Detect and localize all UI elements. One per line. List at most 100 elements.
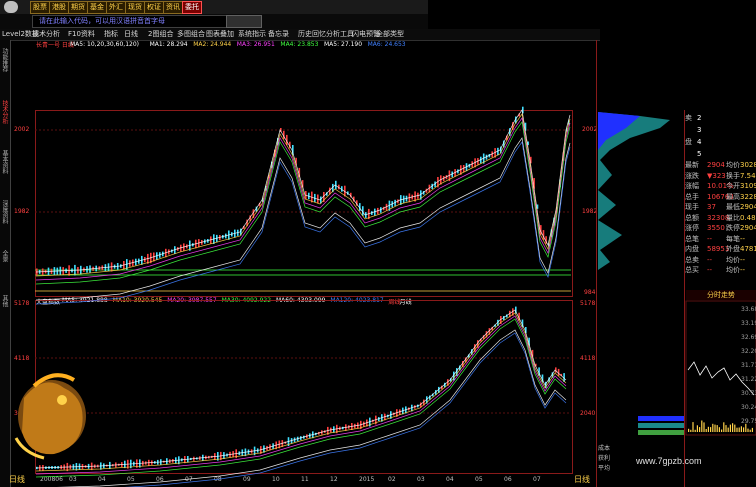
cost-label: 平均 xyxy=(598,465,611,472)
mini-price-label: 33.19 xyxy=(741,320,756,327)
quote-key: 最低 xyxy=(726,203,740,211)
order-level: 3 xyxy=(697,126,702,134)
quote-row: 总手 106763 最高 3228 xyxy=(685,192,756,202)
mini-price-label: 32.20 xyxy=(741,348,756,355)
dragon-mascot-icon xyxy=(14,373,86,460)
quote-value: -- xyxy=(707,234,713,243)
quote-key: 总卖 xyxy=(685,255,699,264)
divider xyxy=(596,40,597,487)
quote-row: 总笔 -- 每笔 -- xyxy=(685,234,756,244)
quote-value: 2904 xyxy=(740,224,756,232)
cost-label: 成本 xyxy=(598,445,611,452)
quote-key: 总笔 xyxy=(685,234,699,243)
quote-key: 内盘 xyxy=(685,245,699,253)
mini-price-label: 30.24 xyxy=(741,404,756,411)
legend-bar xyxy=(638,416,684,421)
quote-key: 涨停 xyxy=(685,224,699,232)
quote-row: 总额 32308 量比 0.48 xyxy=(685,213,756,223)
ma-line xyxy=(35,121,571,285)
order-row: 3 xyxy=(685,125,756,135)
quote-key: 最新 xyxy=(685,161,699,169)
volume-bar xyxy=(751,427,753,432)
quote-row: 涨幅 10.01% 今开 3109 xyxy=(685,181,756,191)
volume-bar xyxy=(743,427,745,432)
quote-key: 最高 xyxy=(726,192,740,201)
quote-value: -- xyxy=(740,234,746,243)
order-level: 4 xyxy=(697,138,702,146)
watermark: www.7gpzb.com xyxy=(636,456,702,466)
quote-value: 2904 xyxy=(740,203,756,211)
volume-bar xyxy=(725,425,727,432)
quote-value: 7.54% xyxy=(740,171,756,180)
volume-bar xyxy=(703,422,705,432)
volume-bar xyxy=(740,426,742,432)
volume-bar xyxy=(699,427,701,432)
legend-bar xyxy=(638,430,684,435)
quote-value: 2904 xyxy=(707,161,725,169)
order-side: 卖 xyxy=(685,114,692,122)
volume-bar xyxy=(723,422,725,432)
bottom-tab-daily[interactable]: 日线 xyxy=(9,474,25,485)
quote-value: ▼323 xyxy=(707,171,726,180)
volume-bar xyxy=(714,424,716,432)
quote-row: 总买 -- 均价 -- xyxy=(685,265,756,275)
ma-line xyxy=(35,312,567,472)
volume-bar xyxy=(745,423,747,432)
quote-key: 总额 xyxy=(685,213,699,222)
volume-bar xyxy=(721,429,723,432)
quote-value: 3109 xyxy=(740,182,756,190)
volume-bar xyxy=(738,427,740,432)
bottom-tab-daily-right[interactable]: 日线 xyxy=(574,474,590,485)
volume-bar xyxy=(729,424,731,432)
quote-value: -- xyxy=(740,266,746,274)
quote-value: 0.48 xyxy=(740,213,756,222)
quote-row: 涨停 3550 跌停 2904 xyxy=(685,223,756,233)
quote-row: 内盘58951外盘47813 xyxy=(685,244,756,254)
quote-key: 涨跌 xyxy=(685,171,699,180)
ma-line xyxy=(35,309,567,469)
quote-value: 3550 xyxy=(707,224,725,232)
legend-bar xyxy=(638,423,684,428)
volume-bar xyxy=(716,425,718,432)
mini-price-label: 33.68 xyxy=(741,306,756,313)
volume-bar xyxy=(736,427,738,432)
mini-price-label: 32.69 xyxy=(741,334,756,341)
quote-key: 量比 xyxy=(726,213,740,222)
quote-key: 跌停 xyxy=(726,224,740,232)
mini-chart-title[interactable]: 分时走势 xyxy=(686,290,756,300)
quote-value: 37 xyxy=(707,203,716,211)
volume-bar xyxy=(690,429,692,432)
quote-value: 3228 xyxy=(740,192,756,201)
quote-value: -- xyxy=(707,255,713,264)
quote-key: 外盘 xyxy=(726,245,740,253)
quote-key: 总手 xyxy=(685,192,699,201)
ma-line xyxy=(35,315,567,475)
quote-key: 现手 xyxy=(685,203,699,211)
volume-bar xyxy=(749,429,751,432)
quote-value: -- xyxy=(740,255,746,264)
volume-bar xyxy=(705,429,707,432)
order-row: 盘4 xyxy=(685,137,756,147)
order-level: 5 xyxy=(697,150,702,158)
quote-row: 总卖 -- 均价 -- xyxy=(685,255,756,265)
volume-bar xyxy=(727,427,729,432)
kline-chart xyxy=(35,106,756,487)
quote-value: 47813 xyxy=(740,245,756,253)
quote-key: 涨幅 xyxy=(685,182,699,190)
volume-bar xyxy=(747,428,749,432)
quote-key: 均价 xyxy=(726,266,740,274)
quote-key: 总买 xyxy=(685,266,699,274)
order-row: 5 xyxy=(685,149,756,159)
ma-line xyxy=(35,141,571,305)
quote-row: 涨跌 ▼323换手7.54% xyxy=(685,171,756,181)
volume-bar xyxy=(696,425,698,432)
quote-key: 均价 xyxy=(726,161,740,169)
quote-key: 均价 xyxy=(726,255,740,264)
volume-bar xyxy=(694,429,696,432)
order-side: 盘 xyxy=(685,138,692,146)
order-row: 卖2 xyxy=(685,113,756,123)
volume-bar xyxy=(734,424,736,432)
volume-bar xyxy=(688,428,690,432)
mini-price-label: 29.75 xyxy=(741,418,756,425)
quote-value: 3028 xyxy=(740,161,756,169)
